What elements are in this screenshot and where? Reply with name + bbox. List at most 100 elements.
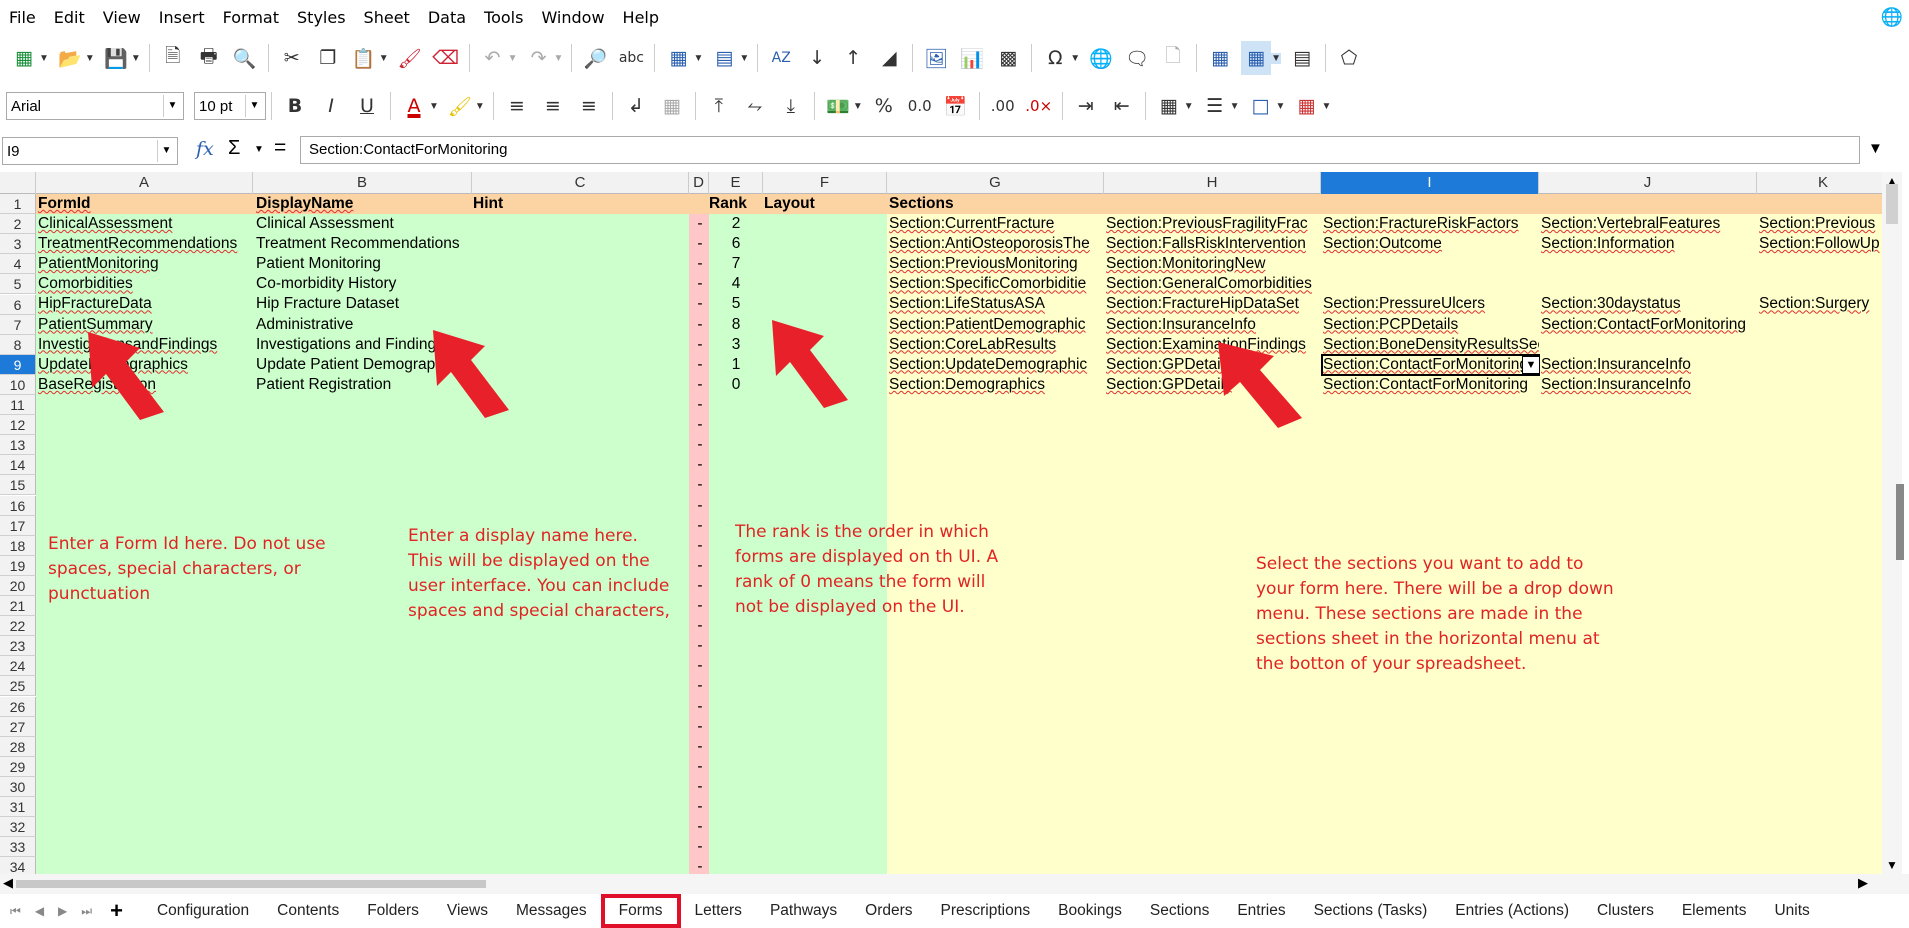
row-header-25[interactable]: 25 [0, 676, 36, 697]
cell-rank-row5[interactable]: 4 [709, 274, 763, 294]
cell-h-row4[interactable]: Section:MonitoringNew [1106, 254, 1320, 274]
select-all-corner[interactable] [0, 172, 36, 194]
row-header-26[interactable]: 26 [0, 696, 36, 717]
column-header-c[interactable]: C [472, 172, 689, 194]
vertical-scrollbar[interactable]: ▲ ▼ [1882, 172, 1904, 874]
scroll-down-icon[interactable]: ▼ [1886, 858, 1898, 872]
cell-d-row7[interactable]: - [693, 315, 707, 335]
row-header-14[interactable]: 14 [0, 455, 36, 476]
open-dropdown-icon[interactable]: ▼ [85, 53, 95, 64]
spelling-icon[interactable]: abc [616, 41, 646, 75]
hyperlink-icon[interactable]: 🌐 [1086, 41, 1116, 75]
currency-dropdown-icon[interactable]: ▼ [853, 101, 863, 112]
menu-help[interactable]: Help [614, 8, 668, 27]
sheet-tab-letters[interactable]: Letters [681, 894, 756, 928]
row-header-18[interactable]: 18 [0, 535, 36, 556]
sheet-tab-configuration[interactable]: Configuration [143, 894, 263, 928]
last-sheet-icon[interactable]: ⏭ [81, 904, 92, 919]
spreadsheet-grid[interactable]: A B C D E F G H I J K 1 2 3 4 5 6 7 8 9 10 11 12 13 1… [0, 172, 1909, 874]
cell-k-row5[interactable] [1759, 274, 1882, 294]
sheet-tab-forms[interactable]: Forms [600, 894, 681, 928]
row-header-1[interactable]: 1 [0, 194, 36, 214]
menu-styles[interactable]: Styles [288, 8, 355, 27]
conditional-format-icon[interactable]: ▦ [1291, 89, 1321, 123]
cell-j-row9[interactable]: Section:InsuranceInfo [1541, 355, 1757, 375]
chart-icon[interactable]: 📊 [957, 41, 987, 75]
row-header-34[interactable]: 34 [0, 857, 36, 874]
delete-decimal-icon[interactable]: .0× [1024, 89, 1054, 123]
cell-j-row2[interactable]: Section:VertebralFeatures [1541, 214, 1757, 234]
borders-dropdown-icon[interactable]: ▼ [1184, 101, 1194, 112]
cell-k-row6[interactable]: Section:Surgery [1759, 294, 1882, 314]
row-header-29[interactable]: 29 [0, 756, 36, 777]
border-color-icon[interactable]: □ [1246, 89, 1276, 123]
chevron-down-icon[interactable]: ▼ [245, 95, 263, 117]
special-character-icon[interactable]: Ω [1040, 41, 1070, 75]
autofilter-icon[interactable]: ◢ [874, 41, 904, 75]
column-header-k[interactable]: K [1757, 172, 1890, 194]
sheet-tab-orders[interactable]: Orders [851, 894, 926, 928]
row-header-16[interactable]: 16 [0, 495, 36, 516]
header-hint[interactable]: Hint [473, 194, 687, 214]
cell-g-row3[interactable]: Section:AntiOsteoporosisThe [889, 234, 1103, 254]
cell-g-row10[interactable]: Section:Demographics [889, 375, 1103, 395]
header-formid[interactable]: FormId [38, 194, 252, 214]
cell-i-row5[interactable] [1323, 274, 1539, 294]
row-header-9[interactable]: 9 [0, 354, 36, 375]
sheet-tab-pathways[interactable]: Pathways [756, 894, 851, 928]
open-folder-icon[interactable]: 📂 [55, 41, 85, 75]
sheet-tab-prescriptions[interactable]: Prescriptions [927, 894, 1045, 928]
find-replace-icon[interactable]: 🔎 [580, 41, 610, 75]
cell-rank-row9[interactable]: 1 [709, 355, 763, 375]
header-rank[interactable]: Rank [709, 194, 763, 214]
pivot-table-icon[interactable]: ▩ [993, 41, 1023, 75]
row-header-17[interactable]: 17 [0, 515, 36, 536]
sheet-tab-units[interactable]: Units [1760, 894, 1823, 928]
expand-formula-icon[interactable]: ▼ [1868, 140, 1883, 157]
date-format-icon[interactable]: 📅 [941, 89, 971, 123]
formula-icon[interactable]: = [274, 136, 286, 160]
cell-display-row6[interactable]: Hip Fracture Dataset [256, 294, 470, 314]
cell-j-row3[interactable]: Section:Information [1541, 234, 1757, 254]
sheet-tab-messages[interactable]: Messages [502, 894, 601, 928]
special-character-dropdown-icon[interactable]: ▼ [1070, 53, 1080, 64]
row-header-20[interactable]: 20 [0, 575, 36, 596]
cell-i-row7[interactable]: Section:PCPDetails [1323, 315, 1539, 335]
new-dropdown-icon[interactable]: ▼ [39, 53, 49, 64]
cell-d-row23[interactable]: - [693, 636, 707, 656]
save-dropdown-icon[interactable]: ▼ [131, 53, 141, 64]
border-style-dropdown-icon[interactable]: ▼ [1230, 101, 1240, 112]
row-header-5[interactable]: 5 [0, 274, 36, 295]
active-cell-cursor[interactable]: ▼ [1321, 353, 1540, 376]
decrease-indent-icon[interactable]: ⇤ [1107, 89, 1137, 123]
column-header-b[interactable]: B [253, 172, 472, 194]
sort-ascending-icon[interactable]: ↓ [802, 41, 832, 75]
cell-g-row7[interactable]: Section:PatientDemographic [889, 315, 1103, 335]
redo-dropdown-icon[interactable]: ▼ [554, 53, 564, 64]
column-header-e[interactable]: E [709, 172, 763, 194]
define-print-area-icon[interactable]: ▦ [1205, 41, 1235, 75]
cell-display-row2[interactable]: Clinical Assessment [256, 214, 470, 234]
print-preview-icon[interactable]: 🔍 [230, 41, 260, 75]
cell-j-row10[interactable]: Section:InsuranceInfo [1541, 375, 1757, 395]
cell-i-row2[interactable]: Section:FractureRiskFactors [1323, 214, 1539, 234]
cell-k-row4[interactable] [1759, 254, 1882, 274]
menu-data[interactable]: Data [419, 8, 475, 27]
row-header-15[interactable]: 15 [0, 475, 36, 496]
scroll-right-icon[interactable]: ▶ [1858, 875, 1868, 891]
highlight-color-icon[interactable]: 🖌 [445, 89, 475, 123]
cell-k-row2[interactable]: Section:Previous [1759, 214, 1882, 234]
print-icon[interactable]: 🖶 [194, 41, 224, 75]
cell-j-row5[interactable] [1541, 274, 1757, 294]
row-header-31[interactable]: 31 [0, 797, 36, 817]
font-color-dropdown-icon[interactable]: ▼ [429, 101, 439, 112]
cell-d-row4[interactable]: - [693, 254, 707, 274]
add-decimal-icon[interactable]: .00 [988, 89, 1018, 123]
freeze-rows-columns-icon[interactable]: ▦ [1241, 41, 1272, 75]
column-dropdown-icon[interactable]: ▼ [739, 53, 749, 64]
column-header-g[interactable]: G [887, 172, 1104, 194]
font-size-combo[interactable]: 10 pt ▼ [194, 92, 266, 120]
add-sheet-icon[interactable]: + [110, 898, 123, 924]
sheet-tab-contents[interactable]: Contents [263, 894, 353, 928]
cell-rank-row7[interactable]: 8 [709, 315, 763, 335]
